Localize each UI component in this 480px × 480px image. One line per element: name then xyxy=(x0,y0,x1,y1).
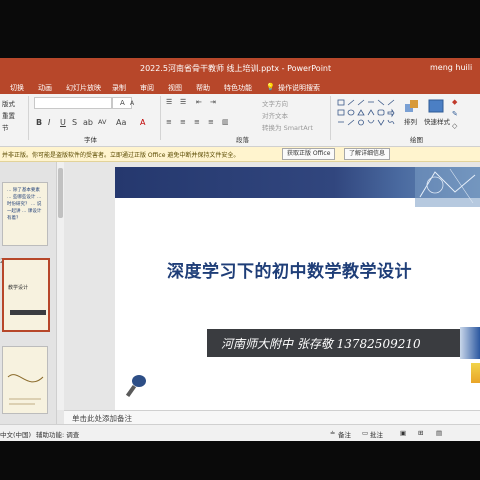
slide-thumbnail[interactable]: … 除了基本要素 … 些哪些设计 … 时份研究？ … 说一起讲 … 课设计有着？ xyxy=(2,182,48,246)
drawing-group-label: 绘图 xyxy=(410,136,423,144)
change-case-button[interactable]: Aa xyxy=(116,118,126,127)
banner-accent-yellow xyxy=(471,363,480,383)
get-genuine-office-button[interactable]: 获取正版 Office xyxy=(282,148,336,160)
accessibility-indicator[interactable]: 辅助功能: 调查 xyxy=(36,429,79,439)
outdent-icon[interactable]: ⇥ xyxy=(210,98,216,106)
italic-button[interactable]: I xyxy=(48,118,50,127)
text-direction-button[interactable]: 文字方向 xyxy=(262,98,288,108)
font-group-label: 字体 xyxy=(84,136,97,144)
learn-more-button[interactable]: 了解详细信息 xyxy=(344,148,391,160)
lightbulb-icon: 💡 xyxy=(266,83,275,91)
document-title: 2022.5河南省骨干教师 线上培训.pptx - PowerPoint xyxy=(140,64,332,73)
font-grow-button[interactable]: A xyxy=(120,99,125,107)
arrange-icon[interactable] xyxy=(404,98,420,112)
tell-me-search[interactable]: 操作说明搜索 xyxy=(278,83,320,93)
quick-styles-button[interactable]: 快速样式 xyxy=(424,116,450,126)
bullets-icon[interactable]: ☰ xyxy=(166,98,172,106)
indent-icon[interactable]: ⇤ xyxy=(196,98,202,106)
numbering-icon[interactable]: ☰ xyxy=(180,98,186,106)
paragraph-group-label: 段落 xyxy=(236,136,249,144)
align-left-icon[interactable]: ≡ xyxy=(166,118,172,126)
slide-thumbnail-selected[interactable]: 教学设计 xyxy=(2,258,50,332)
notes-toggle-button[interactable]: 备注 xyxy=(338,429,351,439)
comments-button[interactable]: 批注 xyxy=(370,429,383,439)
shadow-button[interactable]: ab xyxy=(83,118,93,127)
arrange-button[interactable]: 排列 xyxy=(404,116,417,126)
tab-record[interactable]: 录制 xyxy=(112,83,126,93)
slide-header-ornament xyxy=(415,167,480,207)
ribbon-tab-bar: 切换 动画 幻灯片放映 录制 审阅 视图 帮助 特色功能 💡 操作说明搜索 xyxy=(0,80,480,94)
normal-view-icon[interactable]: ▣ xyxy=(400,429,406,437)
ribbon: 版式 重置 节 A A B I U S ab AV Aa A 字体 ☰ ☰ ⇤ … xyxy=(0,94,480,147)
slide-thumbnail-panel[interactable]: … 除了基本要素 … 些哪些设计 … 时份研究？ … 说一起讲 … 课设计有着？… xyxy=(0,162,57,424)
group-divider xyxy=(160,96,161,140)
slide-title[interactable]: 深度学习下的初中数学教学设计 xyxy=(167,257,412,282)
group-divider xyxy=(330,96,331,140)
strikethrough-button[interactable]: S xyxy=(72,118,77,127)
shape-outline-icon[interactable]: ✎ xyxy=(452,110,458,118)
shapes-gallery-icons xyxy=(337,99,395,126)
banner-accent-gradient xyxy=(460,327,480,359)
tab-view[interactable]: 视图 xyxy=(168,83,182,93)
char-spacing-button[interactable]: AV xyxy=(98,118,106,126)
convert-smartart-button[interactable]: 转换为 SmartArt xyxy=(262,122,313,132)
section-button[interactable]: 节 xyxy=(2,122,9,132)
reset-button[interactable]: 重置 xyxy=(2,110,15,120)
license-warning-bar: 并非正版。你可能是盗版软件的受害者。立即通过正版 Office 避免中断并保持文… xyxy=(0,147,480,162)
font-color-button[interactable]: A xyxy=(140,118,145,127)
user-name[interactable]: meng huili xyxy=(430,63,472,72)
slide-sorter-icon[interactable]: ⊞ xyxy=(418,429,423,437)
shape-fill-icon[interactable]: ◆ xyxy=(452,98,457,106)
tab-transitions[interactable]: 切换 xyxy=(10,83,24,93)
reading-view-icon[interactable]: ▤ xyxy=(436,429,442,437)
author-line[interactable]: 河南师大附中 张存敬 13782509210 xyxy=(221,335,421,352)
thumbnail-graphic xyxy=(7,374,44,405)
bold-button[interactable]: B xyxy=(36,118,42,127)
shape-effects-icon[interactable]: ◇ xyxy=(452,122,457,130)
scrollbar-thumb[interactable] xyxy=(58,168,63,218)
license-warning-text: 并非正版。你可能是盗版软件的受害者。立即通过正版 Office 避免中断并保持文… xyxy=(2,152,240,159)
comments-icon[interactable]: ▭ xyxy=(362,429,368,437)
microphone-icon xyxy=(125,375,146,398)
notes-pane[interactable]: 单击此处添加备注 xyxy=(64,410,480,425)
slide-canvas[interactable]: 深度学习下的初中数学教学设计 河南师大附中 张存敬 13782509210 xyxy=(115,167,480,410)
tab-special-features[interactable]: 特色功能 xyxy=(224,83,252,93)
language-indicator[interactable]: 中文(中国) xyxy=(0,429,31,439)
title-bar: 2022.5河南省骨干教师 线上培训.pptx - PowerPoint men… xyxy=(0,58,480,80)
tab-animations[interactable]: 动画 xyxy=(38,83,52,93)
font-name-box[interactable] xyxy=(34,97,112,109)
thumbnail-text: … 除了基本要素 … 些哪些设计 … 时份研究？ … 说一起讲 … 课设计有着？ xyxy=(7,188,42,221)
tab-help[interactable]: 帮助 xyxy=(196,83,210,93)
font-shrink-button[interactable]: A xyxy=(130,100,134,107)
thumbnail-text: 教学设计 xyxy=(8,285,29,291)
columns-icon[interactable]: ▥ xyxy=(222,118,229,126)
tab-review[interactable]: 审阅 xyxy=(140,83,154,93)
shapes-gallery[interactable] xyxy=(336,98,396,130)
arrange-shapes-icon xyxy=(405,100,418,112)
justify-icon[interactable]: ≡ xyxy=(208,118,214,126)
tab-slideshow[interactable]: 幻灯片放映 xyxy=(66,83,101,93)
layout-button[interactable]: 版式 xyxy=(2,98,15,108)
quick-styles-icon[interactable] xyxy=(428,98,444,113)
group-divider xyxy=(28,96,29,140)
underline-button[interactable]: U xyxy=(60,118,66,127)
align-text-button[interactable]: 对齐文本 xyxy=(262,110,288,120)
notes-placeholder[interactable]: 单击此处添加备注 xyxy=(72,413,132,424)
align-right-icon[interactable]: ≡ xyxy=(194,118,200,126)
status-bar: 中文(中国) 辅助功能: 调查 ≐ 备注 ▭ 批注 ▣ ⊞ ▤ xyxy=(0,424,480,441)
quick-styles-swatch-icon xyxy=(428,99,444,113)
align-center-icon[interactable]: ≡ xyxy=(180,118,186,126)
thumbnail-scrollbar[interactable] xyxy=(57,162,64,410)
notes-toggle-icon[interactable]: ≐ xyxy=(330,429,335,437)
slide-thumbnail[interactable] xyxy=(2,346,48,414)
thumbnail-author-bar xyxy=(10,310,46,315)
author-banner: 河南师大附中 张存敬 13782509210 xyxy=(207,329,480,357)
